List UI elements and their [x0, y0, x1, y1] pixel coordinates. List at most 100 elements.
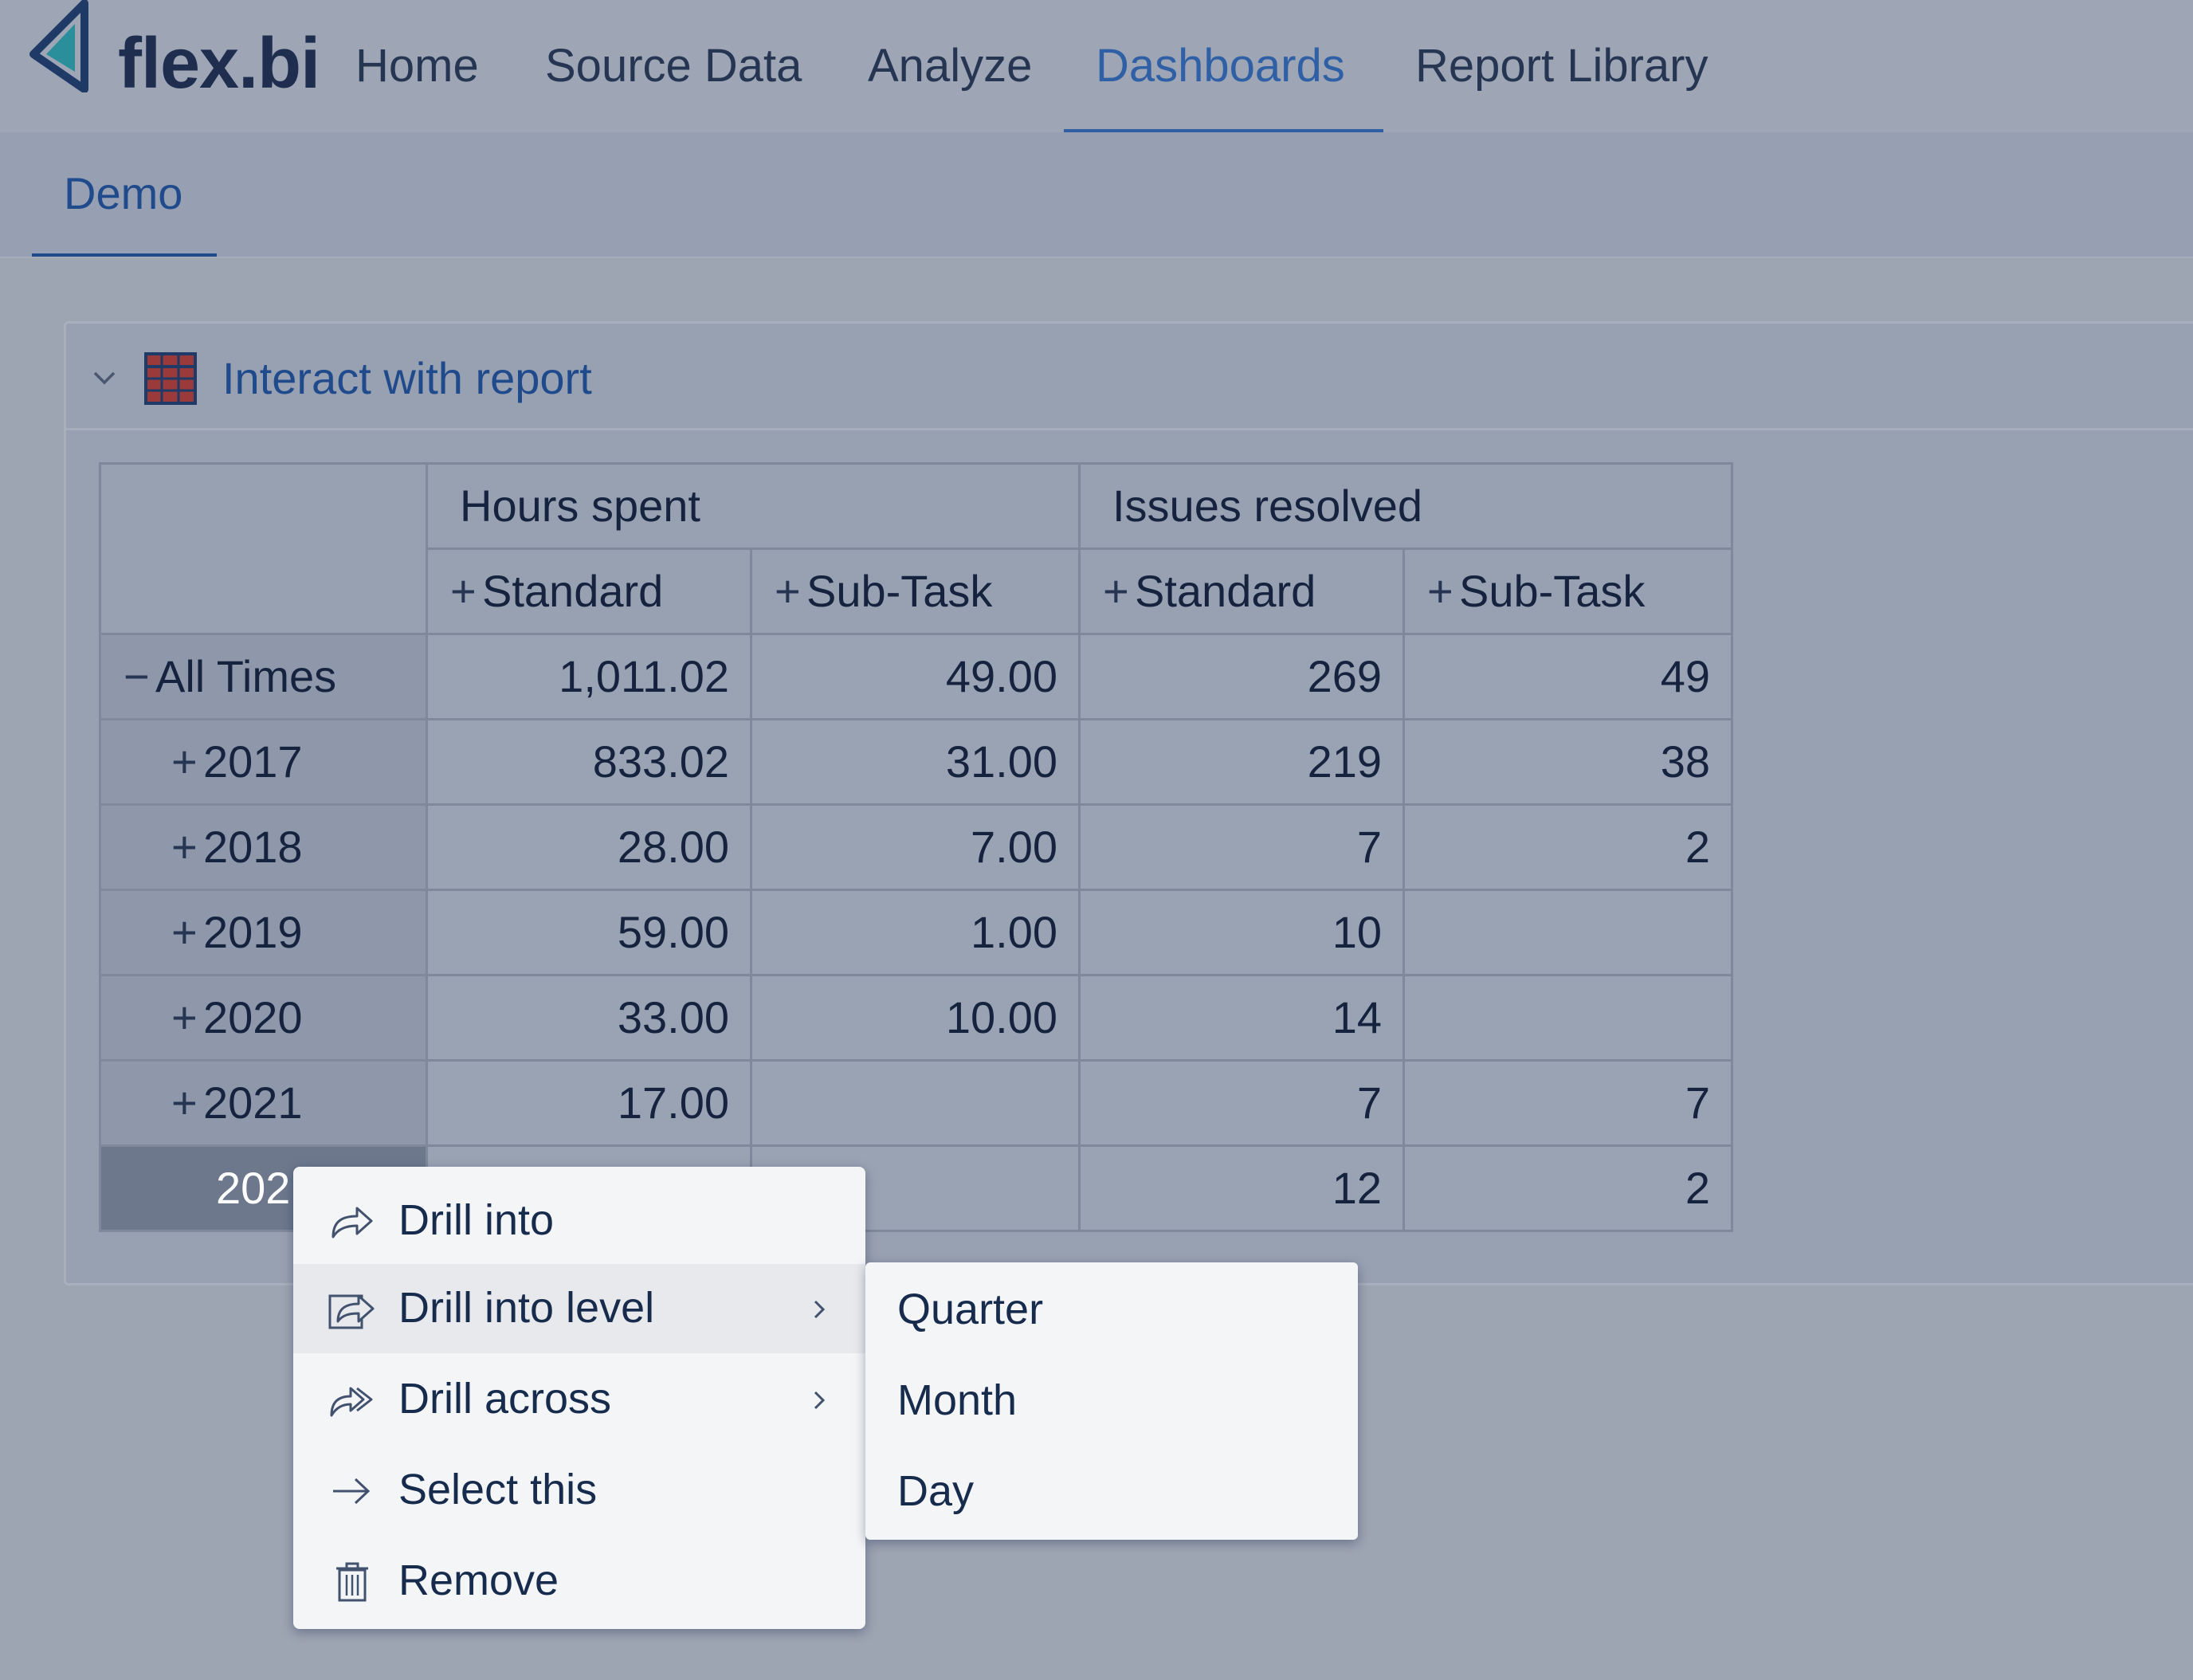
table-cell[interactable]: 1,011.02 [426, 633, 752, 720]
row-header-2020[interactable]: +2020 [99, 974, 428, 1062]
drill-into-icon [332, 1207, 373, 1238]
table-cell[interactable]: 10 [1078, 889, 1405, 976]
table-row: +2017 833.02 31.00 219 38 [99, 718, 1733, 806]
trash-icon [336, 1562, 368, 1602]
row-header-label: 202 [216, 1163, 291, 1213]
nav-home[interactable]: Home [355, 38, 479, 94]
dashboard-tab-bar: Demo [0, 132, 2193, 257]
menu-item-label: Drill into [398, 1196, 555, 1244]
menu-item-label: Remove [398, 1556, 559, 1604]
table-row: − All Times 1,011.02 49.00 269 49 [99, 633, 1733, 720]
column-header-issues-subtask[interactable]: + Sub-Task [1402, 548, 1733, 635]
table-cell[interactable]: 7 [1402, 1059, 1733, 1147]
table-cell[interactable]: 59.00 [426, 889, 752, 976]
tab-demo[interactable]: Demo [64, 166, 182, 222]
table-cell[interactable]: 12 [1078, 1144, 1405, 1232]
table-cell[interactable]: 28.00 [426, 803, 752, 891]
row-header-2018[interactable]: +2018 [99, 803, 428, 891]
table-cell[interactable]: 31.00 [750, 718, 1081, 806]
table-cell[interactable]: 2 [1402, 803, 1733, 891]
column-header-label: Standard [1135, 566, 1316, 616]
report-panel-header: Interact with report [66, 324, 2193, 430]
table-cell[interactable]: 1.00 [750, 889, 1081, 976]
column-header-label: Sub-Task [806, 566, 993, 616]
menu-item-label: Drill into level [398, 1284, 655, 1332]
expand-plus-icon[interactable]: + [450, 550, 482, 633]
table-row: +2018 28.00 7.00 7 2 [99, 803, 1733, 891]
table-cell[interactable] [1402, 974, 1733, 1062]
brand-name[interactable]: flex.bi [118, 19, 320, 108]
table-cell[interactable]: 2 [1402, 1144, 1733, 1232]
row-header-label: 2019 [203, 907, 303, 957]
row-header-label: 2020 [203, 992, 303, 1042]
table-cell[interactable]: 7 [1078, 803, 1405, 891]
top-navigation-bar: flex.bi Home Source Data Analyze Dashboa… [0, 0, 2193, 133]
table-cell[interactable]: 14 [1078, 974, 1405, 1062]
table-cell[interactable]: 7 [1078, 1059, 1405, 1147]
submenu-item-month[interactable]: Month [897, 1372, 1017, 1428]
row-header-2017[interactable]: +2017 [99, 718, 428, 806]
menu-item-label: Drill across [398, 1375, 612, 1423]
corner-header-cell [99, 462, 428, 635]
collapse-minus-icon[interactable]: − [124, 635, 155, 718]
table-row: +2019 59.00 1.00 10 [99, 889, 1733, 976]
table-cell[interactable] [1402, 889, 1733, 976]
expand-plus-icon[interactable]: + [775, 550, 806, 633]
chevron-right-icon [814, 1300, 826, 1319]
expand-plus-icon[interactable]: + [171, 976, 203, 1059]
table-cell[interactable]: 219 [1078, 718, 1405, 806]
table-cell[interactable]: 33.00 [426, 974, 752, 1062]
row-header-all-times[interactable]: − All Times [99, 633, 428, 720]
nav-source-data[interactable]: Source Data [545, 38, 802, 94]
divider [0, 257, 2193, 258]
row-header-2021[interactable]: +2021 [99, 1059, 428, 1147]
table-cell[interactable]: 49 [1402, 633, 1733, 720]
menu-item-drill-into[interactable]: Drill into [293, 1176, 865, 1266]
pivot-table: Hours spent Issues resolved + Standard + S… [99, 462, 1733, 1232]
column-group-issues-resolved[interactable]: Issues resolved [1078, 462, 1733, 550]
row-header-label: 2018 [203, 822, 303, 872]
menu-item-remove[interactable]: Remove [293, 1537, 865, 1626]
nav-dashboards[interactable]: Dashboards [1096, 38, 1345, 94]
table-cell[interactable]: 7.00 [750, 803, 1081, 891]
submenu-item-quarter[interactable]: Quarter [897, 1282, 1043, 1337]
flexbi-logo-icon[interactable] [27, 0, 97, 92]
column-header-hours-subtask[interactable]: + Sub-Task [750, 548, 1081, 635]
nav-analyze[interactable]: Analyze [868, 38, 1032, 94]
expand-plus-icon[interactable]: + [171, 806, 203, 889]
column-header-label: Sub-Task [1459, 566, 1646, 616]
table-cell[interactable]: 49.00 [750, 633, 1081, 720]
submenu-item-day[interactable]: Day [897, 1463, 974, 1519]
expand-plus-icon[interactable]: + [171, 720, 203, 803]
table-cell[interactable]: 10.00 [750, 974, 1081, 1062]
table-cell[interactable]: 38 [1402, 718, 1733, 806]
nav-report-library[interactable]: Report Library [1415, 38, 1708, 94]
menu-item-drill-into-level[interactable]: Drill into level [293, 1264, 865, 1353]
table-row: +2020 33.00 10.00 14 [99, 974, 1733, 1062]
row-header-2019[interactable]: +2019 [99, 889, 428, 976]
table-cell[interactable]: 269 [1078, 633, 1405, 720]
expand-plus-icon[interactable]: + [1103, 550, 1135, 633]
table-cell[interactable]: 833.02 [426, 718, 752, 806]
column-header-hours-standard[interactable]: + Standard [426, 548, 752, 635]
column-header-issues-standard[interactable]: + Standard [1078, 548, 1405, 635]
context-menu: Drill into Drill into level Drill across… [293, 1167, 865, 1629]
table-cell[interactable]: 17.00 [426, 1059, 752, 1147]
expand-plus-icon[interactable]: + [171, 891, 203, 974]
arrow-right-icon [333, 1478, 371, 1505]
table-cell[interactable] [750, 1059, 1081, 1147]
menu-item-label: Select this [398, 1466, 598, 1513]
chevron-down-icon[interactable] [90, 363, 119, 392]
row-header-label: 2021 [203, 1077, 303, 1128]
row-header-label: All Times [155, 651, 337, 701]
chevron-right-icon [814, 1391, 826, 1410]
drill-into-level-icon [328, 1294, 375, 1329]
column-group-hours-spent[interactable]: Hours spent [426, 462, 1081, 550]
expand-plus-icon[interactable]: + [1427, 550, 1459, 633]
table-report-icon [144, 352, 197, 405]
report-title[interactable]: Interact with report [222, 351, 592, 406]
menu-item-drill-across[interactable]: Drill across [293, 1355, 865, 1444]
drill-across-icon [330, 1387, 373, 1417]
menu-item-select-this[interactable]: Select this [293, 1446, 865, 1535]
expand-plus-icon[interactable]: + [171, 1062, 203, 1144]
